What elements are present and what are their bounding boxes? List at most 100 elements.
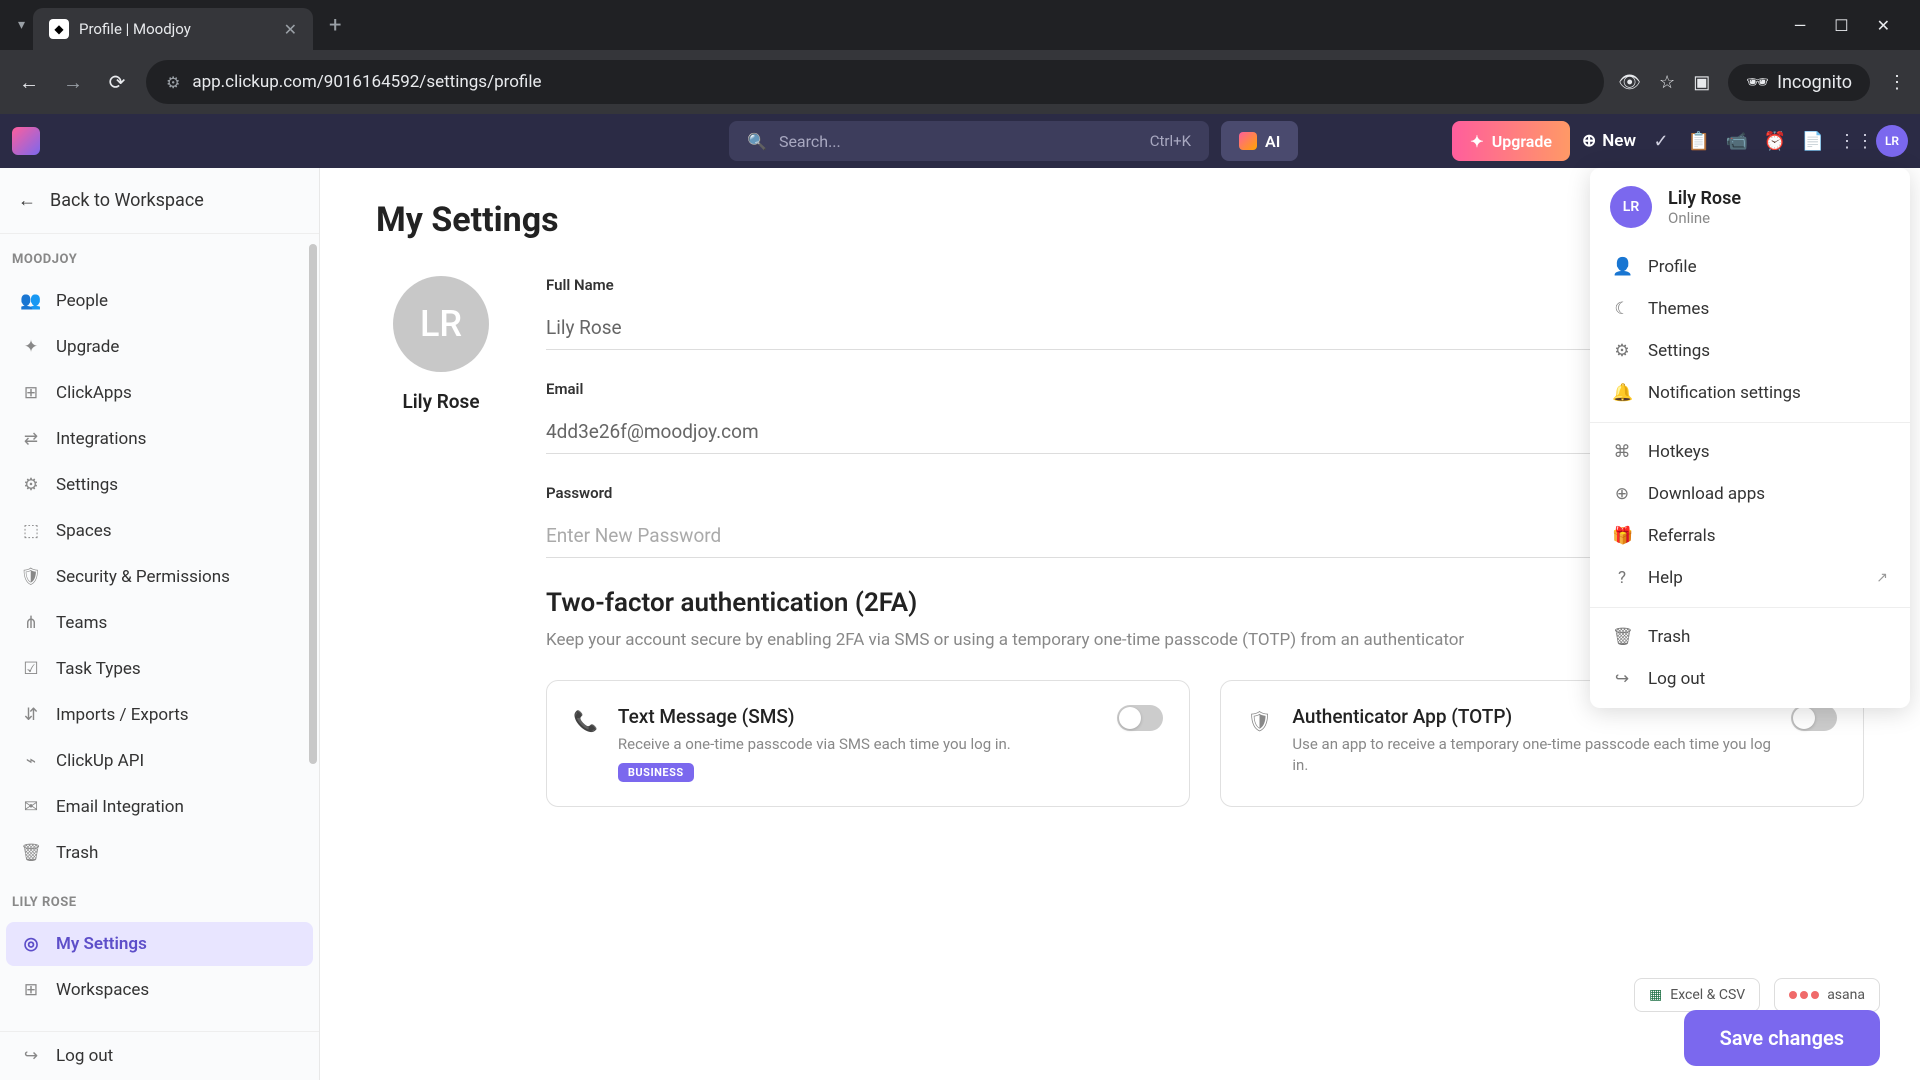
app-logo-icon[interactable] xyxy=(12,127,40,155)
dropdown-icon: 🔔 xyxy=(1612,383,1632,403)
totp-toggle[interactable] xyxy=(1791,705,1837,731)
sidebar: ← Back to Workspace MOODJOY 👥People✦Upgr… xyxy=(0,168,320,1080)
dropdown-item-notification-settings[interactable]: 🔔Notification settings xyxy=(1590,372,1910,414)
nav-right: 👁 ☆ ▣ 🕶 Incognito ⋮ xyxy=(1618,64,1906,101)
sidebar-item-teams[interactable]: ⋔Teams xyxy=(6,601,313,645)
dropdown-item-trash[interactable]: 🗑Trash xyxy=(1590,616,1910,658)
sidebar-item-label: ClickUp API xyxy=(56,751,144,771)
arrow-left-icon: ← xyxy=(18,190,36,211)
sidebar-item-logout[interactable]: ↪ Log out xyxy=(6,1034,313,1078)
notepad-icon[interactable]: 📄 xyxy=(1800,131,1826,152)
sidebar-scroll[interactable]: MOODJOY 👥People✦Upgrade⊞ClickApps⇄Integr… xyxy=(0,234,319,1031)
search-input[interactable]: 🔍 Search... Ctrl+K xyxy=(729,121,1209,161)
profile-name: Lily Rose xyxy=(376,390,506,413)
bookmark-icon[interactable]: ☆ xyxy=(1659,72,1675,93)
dropdown-item-profile[interactable]: 👤Profile xyxy=(1590,246,1910,288)
clipboard-icon[interactable]: 📋 xyxy=(1686,131,1712,152)
sidebar-item-label: Security & Permissions xyxy=(56,567,230,587)
tab-bar: ▾ ◆ Profile | Moodjoy ✕ + — ☐ ✕ xyxy=(0,0,1920,50)
maximize-icon[interactable]: ☐ xyxy=(1834,16,1848,35)
sidebar-item-spaces[interactable]: ⬚Spaces xyxy=(6,509,313,553)
sidebar-item-trash[interactable]: 🗑Trash xyxy=(6,831,313,875)
forward-icon[interactable]: → xyxy=(58,70,88,95)
panel-icon[interactable]: ▣ xyxy=(1693,72,1710,93)
back-icon[interactable]: ← xyxy=(14,70,44,95)
dropdown-item-label: Trash xyxy=(1648,627,1690,647)
dropdown-item-settings[interactable]: ⚙Settings xyxy=(1590,330,1910,372)
sidebar-item-settings[interactable]: ⚙ Settings xyxy=(6,463,313,507)
video-icon[interactable]: 📹 xyxy=(1724,131,1750,152)
sidebar-item-email-integration[interactable]: ✉Email Integration xyxy=(6,785,313,829)
clock-icon[interactable]: ⏰ xyxy=(1762,131,1788,152)
ai-icon xyxy=(1239,132,1257,150)
dropdown-item-log-out[interactable]: ↪Log out xyxy=(1590,658,1910,700)
logout-icon: ↪ xyxy=(20,1046,42,1066)
asana-icon xyxy=(1789,991,1819,999)
sidebar-item-task-types[interactable]: ☑Task Types xyxy=(6,647,313,691)
tab-search-icon[interactable]: ▾ xyxy=(10,17,33,33)
sidebar-icon: ⇄ xyxy=(20,429,42,449)
reload-icon[interactable]: ⟳ xyxy=(102,70,132,94)
avatar-large[interactable]: LR xyxy=(393,276,489,372)
grid-icon[interactable]: ⋮⋮⋮ xyxy=(1838,131,1864,152)
incognito-label: Incognito xyxy=(1777,72,1852,93)
sidebar-icon: 🛡 xyxy=(20,567,42,587)
asana-badge[interactable]: asana xyxy=(1774,978,1880,1012)
close-window-icon[interactable]: ✕ xyxy=(1877,16,1890,35)
scrollbar-thumb[interactable] xyxy=(309,244,317,764)
upgrade-button[interactable]: ✦ Upgrade xyxy=(1452,121,1570,161)
shield-icon: 🛡 xyxy=(1247,709,1272,733)
section-moodjoy: MOODJOY xyxy=(0,234,319,277)
sidebar-icon: ⚙ xyxy=(20,475,42,495)
sidebar-icon: ✉ xyxy=(20,797,42,817)
sidebar-item-integrations[interactable]: ⇄Integrations xyxy=(6,417,313,461)
sidebar-item-label: Upgrade xyxy=(56,337,119,357)
avatar-button[interactable]: LR xyxy=(1876,125,1908,157)
logout-label: Log out xyxy=(56,1046,113,1066)
save-button[interactable]: Save changes xyxy=(1684,1010,1880,1066)
dropdown-item-label: Themes xyxy=(1648,299,1709,319)
app-body: ← Back to Workspace MOODJOY 👥People✦Upgr… xyxy=(0,168,1920,1080)
ai-button[interactable]: AI xyxy=(1221,121,1298,161)
dropdown-item-themes[interactable]: ☾Themes xyxy=(1590,288,1910,330)
sidebar-item-clickup-api[interactable]: ⌁ClickUp API xyxy=(6,739,313,783)
back-to-workspace[interactable]: ← Back to Workspace xyxy=(0,168,319,234)
check-circle-icon[interactable]: ✓ xyxy=(1648,131,1674,152)
eye-off-icon[interactable]: 👁 xyxy=(1618,72,1641,93)
sidebar-item-upgrade[interactable]: ✦Upgrade xyxy=(6,325,313,369)
new-button[interactable]: ⊕ New xyxy=(1582,131,1636,151)
dropdown-item-referrals[interactable]: 🎁Referrals xyxy=(1590,515,1910,557)
dropdown-divider xyxy=(1590,422,1910,423)
sidebar-item-label: My Settings xyxy=(56,934,147,954)
dropdown-icon: ↪ xyxy=(1612,669,1632,689)
business-badge: BUSINESS xyxy=(618,763,694,782)
dropdown-icon: ⚙ xyxy=(1612,341,1632,361)
plus-circle-icon: ⊕ xyxy=(1582,131,1596,151)
sidebar-icon: 👥 xyxy=(20,291,42,311)
dropdown-item-help[interactable]: ?Help↗ xyxy=(1590,557,1910,599)
browser-menu-icon[interactable]: ⋮ xyxy=(1888,72,1906,93)
sidebar-item-my-settings[interactable]: ◎My Settings xyxy=(6,922,313,966)
sidebar-item-workspaces[interactable]: ⊞Workspaces xyxy=(6,968,313,1012)
dropdown-item-hotkeys[interactable]: ⌘Hotkeys xyxy=(1590,431,1910,473)
sidebar-item-imports-exports[interactable]: ⇵Imports / Exports xyxy=(6,693,313,737)
minimize-icon[interactable]: — xyxy=(1794,16,1807,35)
sidebar-item-security-permissions[interactable]: 🛡 Security & Permissions xyxy=(6,555,313,599)
sidebar-item-label: Settings xyxy=(56,475,118,495)
sidebar-item-people[interactable]: 👥People xyxy=(6,279,313,323)
url-bar[interactable]: ⚙ app.clickup.com/9016164592/settings/pr… xyxy=(146,60,1604,104)
sidebar-item-clickapps[interactable]: ⊞ClickApps xyxy=(6,371,313,415)
external-icon: ↗ xyxy=(1876,570,1888,586)
sms-toggle[interactable] xyxy=(1117,705,1163,731)
excel-csv-badge[interactable]: ▦ Excel & CSV xyxy=(1634,978,1760,1012)
dropdown-item-download-apps[interactable]: ⊕Download apps xyxy=(1590,473,1910,515)
sidebar-item-label: Workspaces xyxy=(56,980,149,1000)
tab-close-icon[interactable]: ✕ xyxy=(284,20,297,39)
incognito-badge[interactable]: 🕶 Incognito xyxy=(1728,64,1870,101)
app-header: 🔍 Search... Ctrl+K AI ✦ Upgrade ⊕ New ✓ … xyxy=(0,114,1920,168)
upgrade-icon: ✦ xyxy=(1470,132,1483,151)
site-info-icon[interactable]: ⚙ xyxy=(166,73,180,92)
browser-tab[interactable]: ◆ Profile | Moodjoy ✕ xyxy=(33,8,313,50)
dropdown-icon: ⌘ xyxy=(1612,442,1632,462)
new-tab-button[interactable]: + xyxy=(313,13,357,38)
